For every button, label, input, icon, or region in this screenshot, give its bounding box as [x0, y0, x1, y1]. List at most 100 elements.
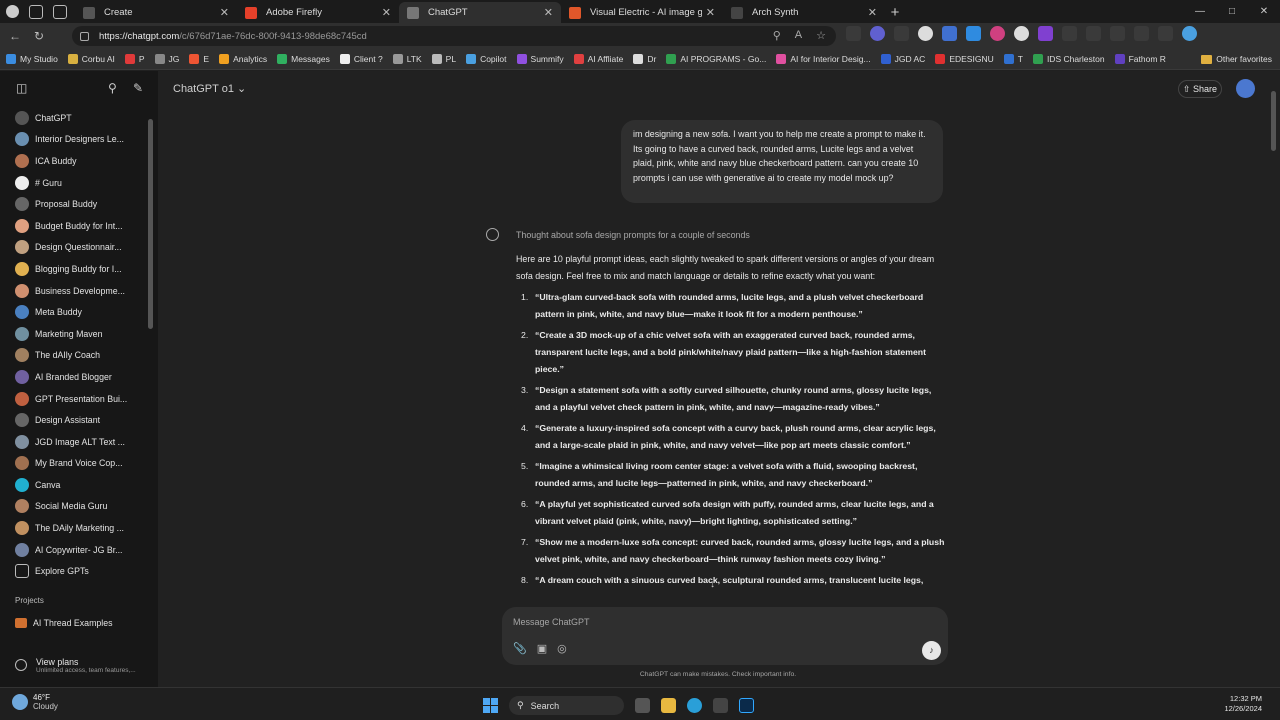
share-button[interactable]: ⇧ Share — [1178, 80, 1222, 98]
task-view-icon[interactable] — [635, 698, 650, 713]
sidebar-gpt-item[interactable]: The dAIly Coach — [0, 345, 150, 367]
refresh-icon[interactable]: ↻ — [30, 29, 48, 43]
bookmark-item[interactable]: JGD AC — [880, 54, 925, 64]
file-explorer-icon[interactable] — [661, 698, 676, 713]
sidebar-gpt-item[interactable]: Business Developme... — [0, 280, 150, 302]
other-favorites[interactable]: Other favorites — [1201, 54, 1272, 64]
extension-icon[interactable] — [990, 26, 1005, 41]
bookmark-item[interactable]: AI for Interior Desig... — [776, 54, 871, 64]
sidebar-gpt-item[interactable]: Budget Buddy for Int... — [0, 215, 150, 237]
project-item[interactable]: AI Thread Examples — [0, 612, 150, 634]
sidebar-gpt-item[interactable]: Social Media Guru — [0, 496, 150, 518]
extension-icon[interactable] — [1062, 26, 1077, 41]
app-icon[interactable] — [713, 698, 728, 713]
sidebar-gpt-item[interactable]: Design Assistant — [0, 409, 150, 431]
sidebar-gpt-item[interactable]: AI Branded Blogger — [0, 366, 150, 388]
minimize-button[interactable]: — — [1184, 0, 1216, 23]
attach-icon[interactable]: 📎 — [513, 642, 527, 655]
bookmark-item[interactable]: Dr — [633, 54, 656, 64]
bookmark-item[interactable]: EDESIGNU — [935, 54, 994, 64]
bookmark-item[interactable]: T — [1003, 54, 1023, 64]
search-icon[interactable]: ⚲ — [108, 81, 117, 95]
sidebar-gpt-item[interactable]: Canva — [0, 474, 150, 496]
extension-icon[interactable] — [1014, 26, 1029, 41]
start-button[interactable] — [483, 698, 498, 713]
message-composer[interactable]: Message ChatGPT 📎 ▣ ◎ ♪ — [502, 607, 948, 665]
bookmark-item[interactable]: Corbu AI — [67, 54, 115, 64]
bookmark-item[interactable]: Summify — [516, 54, 564, 64]
sidebar-scrollbar[interactable] — [148, 119, 153, 329]
bookmark-item[interactable]: Analytics — [219, 54, 267, 64]
extension-icon[interactable] — [1038, 26, 1053, 41]
bookmark-item[interactable]: Fathom R — [1114, 54, 1166, 64]
bookmark-item[interactable]: Client ? — [339, 54, 383, 64]
sidebar-gpt-item[interactable]: Blogging Buddy for I... — [0, 258, 150, 280]
message-input[interactable]: Message ChatGPT — [513, 617, 590, 627]
tools-icon[interactable]: ▣ — [537, 642, 547, 655]
taskbar-search[interactable]: ⚲ Search — [509, 696, 624, 715]
extension-icon[interactable] — [846, 26, 861, 41]
favorite-star-icon[interactable]: ☆ — [816, 29, 826, 42]
bookmark-item[interactable]: AI Affliate — [573, 54, 623, 64]
extension-icon[interactable] — [942, 26, 957, 41]
sidebar-gpt-item[interactable]: Marketing Maven — [0, 323, 150, 345]
photoshop-icon[interactable] — [739, 698, 754, 713]
close-tab-icon[interactable]: ✕ — [868, 6, 877, 19]
system-clock[interactable]: 12:32 PM 12/26/2024 — [1224, 694, 1262, 714]
tab-actions-icon[interactable] — [53, 4, 67, 19]
bookmark-item[interactable]: My Studio — [6, 54, 58, 64]
user-avatar[interactable] — [1236, 79, 1255, 98]
browser-tab[interactable]: Adobe Firefly ✕ — [237, 2, 399, 23]
sidebar-gpt-item[interactable]: Design Questionnair... — [0, 237, 150, 259]
sidebar-gpt-item[interactable]: JGD Image ALT Text ... — [0, 431, 150, 453]
settings-menu-icon[interactable] — [1158, 26, 1173, 41]
extension-icon[interactable] — [1086, 26, 1101, 41]
sidebar-gpt-item[interactable]: ICA Buddy — [0, 150, 150, 172]
close-tab-icon[interactable]: ✕ — [382, 6, 391, 19]
sidebar-gpt-item[interactable]: GPT Presentation Bui... — [0, 388, 150, 410]
new-chat-icon[interactable]: ✎ — [133, 81, 143, 95]
toggle-sidebar-icon[interactable]: ◫ — [16, 81, 27, 95]
bookmark-item[interactable]: E — [189, 54, 209, 64]
bookmark-item[interactable]: Copilot — [466, 54, 507, 64]
close-tab-icon[interactable]: ✕ — [706, 6, 715, 19]
extension-icon[interactable] — [870, 26, 885, 41]
sidebar-gpt-item[interactable]: My Brand Voice Cop... — [0, 453, 150, 475]
profile-icon[interactable] — [6, 5, 19, 18]
scroll-down-icon[interactable]: ↓ — [710, 579, 715, 590]
globe-icon[interactable]: ◎ — [557, 642, 567, 655]
close-tab-icon[interactable]: ✕ — [544, 6, 553, 19]
address-bar[interactable]: https://chatgpt.com/c/676d71ae-76dc-800f… — [72, 26, 836, 46]
sidebar-gpt-item[interactable]: Explore GPTs — [0, 560, 150, 582]
zoom-icon[interactable]: ⚲ — [773, 29, 781, 42]
back-arrow-icon[interactable]: ← — [6, 29, 24, 43]
voice-mode-button[interactable]: ♪ — [922, 641, 941, 660]
download-icon[interactable] — [1134, 26, 1149, 41]
bookmark-item[interactable]: JG — [154, 54, 179, 64]
extension-icon[interactable] — [894, 26, 909, 41]
sidebar-gpt-item[interactable]: ChatGPT — [0, 107, 150, 129]
chat-scrollbar[interactable] — [1271, 91, 1276, 151]
browser-tab[interactable]: Arch Synth ✕ — [723, 2, 885, 23]
bookmark-item[interactable]: PL — [431, 54, 456, 64]
sidebar-gpt-item[interactable]: Meta Buddy — [0, 301, 150, 323]
read-aloud-icon[interactable]: A — [795, 29, 802, 42]
new-tab-button[interactable]: + — [885, 2, 905, 23]
sidebar-gpt-item[interactable]: Interior Designers Le... — [0, 129, 150, 151]
workspaces-icon[interactable] — [29, 4, 43, 19]
favorites-icon[interactable] — [1110, 26, 1125, 41]
bookmark-item[interactable]: IDS Charleston — [1032, 54, 1105, 64]
thought-summary[interactable]: Thought about sofa design prompts for a … — [516, 230, 750, 240]
view-plans-button[interactable]: View plans Unlimited access, team featur… — [0, 651, 158, 679]
browser-tab[interactable]: Visual Electric - AI image generat... ✕ — [561, 2, 723, 23]
site-info-icon[interactable] — [80, 31, 89, 41]
copilot-icon[interactable] — [1182, 26, 1197, 41]
bookmark-item[interactable]: AI PROGRAMS - Go... — [666, 54, 766, 64]
browser-tab[interactable]: ChatGPT ✕ — [399, 2, 561, 23]
edge-icon[interactable] — [687, 698, 702, 713]
model-selector[interactable]: ChatGPT o1 ⌄ — [173, 82, 246, 95]
sidebar-gpt-item[interactable]: # Guru — [0, 172, 150, 194]
extension-icon[interactable] — [966, 26, 981, 41]
bookmark-item[interactable]: Messages — [277, 54, 330, 64]
sidebar-gpt-item[interactable]: The DAily Marketing ... — [0, 517, 150, 539]
